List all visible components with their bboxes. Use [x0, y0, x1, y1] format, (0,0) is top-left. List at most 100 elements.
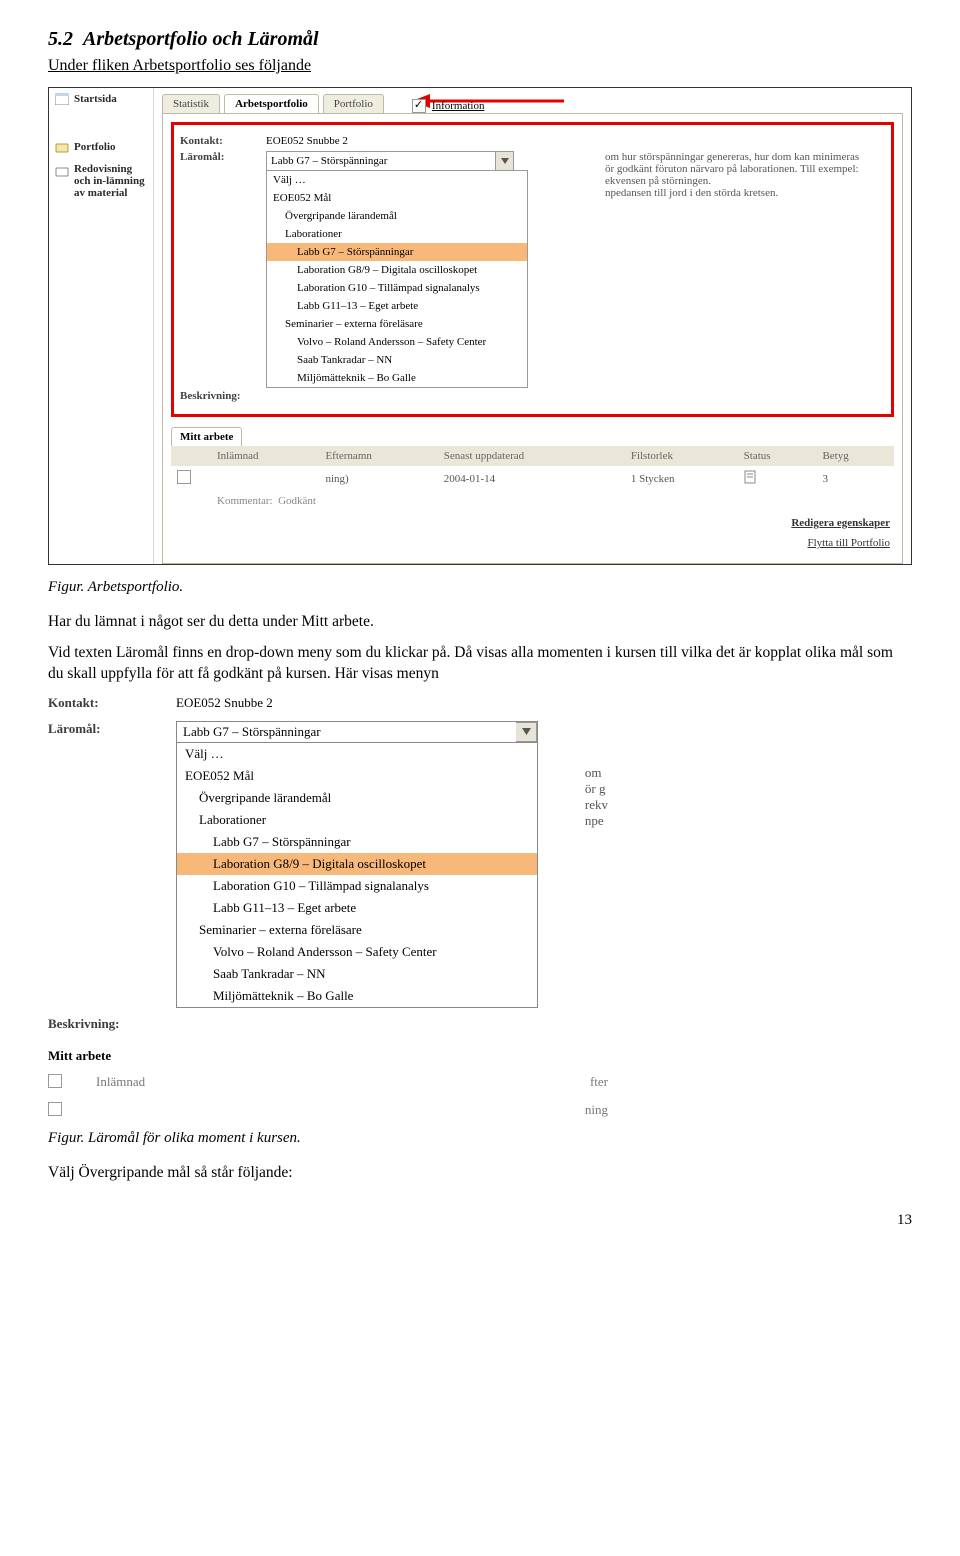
- section-heading: 5.2 Arbetsportfolio och Läromål: [48, 28, 912, 51]
- section-intro: Under fliken Arbetsportfolio ses följand…: [48, 57, 912, 75]
- dropdown-option[interactable]: Miljömätteknik – Bo Galle: [177, 985, 537, 1007]
- table-row[interactable]: ning) 2004-01-14 1 Stycken 3: [171, 466, 894, 491]
- col-filstorlek: Filstorlek: [625, 446, 738, 466]
- folder-icon: [55, 141, 69, 153]
- tab-bar: Statistik Arbetsportfolio Portfolio ✓ In…: [162, 94, 903, 114]
- screenshot-arbetsportfolio: Startsida Portfolio Redovisning och in-l…: [48, 87, 912, 565]
- paragraph: Vid texten Läromål finns en drop-down me…: [48, 643, 912, 685]
- cell-betyg: 3: [816, 466, 894, 491]
- edit-properties-link[interactable]: Redigera egenskaper: [791, 517, 890, 529]
- tab-arbetsportfolio[interactable]: Arbetsportfolio: [224, 94, 319, 113]
- paragraph: Välj Övergripande mål så står följande:: [48, 1163, 912, 1184]
- dropdown-option[interactable]: Volvo – Roland Andersson – Safety Center: [177, 941, 537, 963]
- dropdown-option[interactable]: Laboration G10 – Tillämpad signalanalys: [267, 279, 527, 297]
- description-text: om hur störspänningar genereras, hur dom…: [605, 151, 885, 199]
- laromal-dropdown[interactable]: Labb G7 – Störspänningar: [266, 151, 528, 171]
- kontakt-value: EOE052 Snubbe 2: [266, 135, 348, 147]
- beskriv-label: Beskrivning:: [48, 1016, 158, 1032]
- move-to-portfolio-link[interactable]: Flytta till Portfolio: [807, 537, 890, 549]
- sidenav-submit-label: Redovisning och in-lämning av material: [74, 163, 147, 199]
- info-checkbox[interactable]: ✓ Information: [412, 99, 485, 113]
- mitt-arbete-label: Mitt arbete: [48, 1048, 608, 1064]
- kontakt-value: EOE052 Snubbe 2: [176, 695, 273, 711]
- dropdown-selected: Labb G7 – Störspänningar: [177, 722, 516, 742]
- row-checkbox[interactable]: [177, 470, 191, 484]
- sidenav-home[interactable]: Startsida: [49, 88, 153, 110]
- dropdown-option[interactable]: EOE052 Mål: [177, 765, 537, 787]
- dropdown-selected: Labb G7 – Störspänningar: [266, 151, 496, 171]
- document-icon: [744, 470, 756, 484]
- folder-icon: [55, 165, 69, 177]
- paragraph: Har du lämnat i något ser du detta under…: [48, 612, 912, 633]
- col-status: Status: [738, 446, 817, 466]
- cell-status: [738, 466, 817, 491]
- row-checkbox[interactable]: [48, 1102, 62, 1116]
- laromal-label: Läromål:: [180, 151, 256, 163]
- clip-text: fter: [590, 1074, 608, 1092]
- sidenav-submit[interactable]: Redovisning och in-lämning av material: [49, 158, 153, 204]
- dropdown-option[interactable]: Seminarier – externa föreläsare: [177, 919, 537, 941]
- tab-statistik[interactable]: Statistik: [162, 94, 220, 113]
- clip-text: rekv: [585, 797, 608, 813]
- sidenav-portfolio-label: Portfolio: [74, 141, 116, 153]
- col-efternamn: Efternamn: [319, 446, 437, 466]
- mitt-arbete-tab[interactable]: Mitt arbete: [171, 427, 242, 446]
- col-inlamnad: Inlämnad: [96, 1074, 145, 1092]
- info-panel: Kontakt: EOE052 Snubbe 2 Läromål: Labb G…: [162, 113, 903, 564]
- chevron-down-icon[interactable]: [496, 151, 514, 171]
- row-checkbox[interactable]: [48, 1074, 62, 1088]
- work-table: Inlämnad Efternamn Senast uppdaterad Fil…: [171, 446, 894, 511]
- clip-text: npe: [585, 813, 608, 829]
- dropdown-option[interactable]: Labb G7 – Störspänningar: [267, 243, 527, 261]
- table-header-fragment: Inlämnad fter: [48, 1074, 608, 1092]
- clip-text: ning: [585, 1102, 608, 1120]
- dropdown-option[interactable]: Välj …: [177, 743, 537, 765]
- chevron-down-icon[interactable]: [516, 722, 537, 742]
- dropdown-option[interactable]: Laborationer: [177, 809, 537, 831]
- dropdown-option[interactable]: Volvo – Roland Andersson – Safety Center: [267, 333, 527, 351]
- dropdown-option[interactable]: Saab Tankradar – NN: [177, 963, 537, 985]
- figure-caption-2: Figur. Läromål för olika moment i kursen…: [48, 1130, 912, 1147]
- kontakt-label: Kontakt:: [180, 135, 256, 147]
- col-inlamnad: Inlämnad: [211, 446, 319, 466]
- dropdown-option[interactable]: Labb G7 – Störspänningar: [177, 831, 537, 853]
- dropdown-option[interactable]: Labb G11–13 – Eget arbete: [267, 297, 527, 315]
- dropdown-option[interactable]: Övergripande lärandemål: [177, 787, 537, 809]
- tab-portfolio[interactable]: Portfolio: [323, 94, 384, 113]
- dropdown-option[interactable]: Labb G11–13 – Eget arbete: [177, 897, 537, 919]
- kontakt-label: Kontakt:: [48, 695, 158, 711]
- laromal-dropdown-list[interactable]: Välj … EOE052 Mål Övergripande lärandemå…: [176, 743, 538, 1008]
- col-uppdaterad: Senast uppdaterad: [438, 446, 625, 466]
- clip-text: om: [585, 765, 608, 781]
- dropdown-option[interactable]: Seminarier – externa föreläsare: [267, 315, 527, 333]
- beskriv-label: Beskrivning:: [180, 390, 256, 402]
- dropdown-option[interactable]: Laboration G10 – Tillämpad signalanalys: [177, 875, 537, 897]
- sidenav-home-label: Startsida: [74, 93, 117, 105]
- dropdown-option[interactable]: Saab Tankradar – NN: [267, 351, 527, 369]
- page-number: 13: [48, 1212, 912, 1229]
- dropdown-option[interactable]: EOE052 Mål: [267, 189, 527, 207]
- cell-name: ning): [319, 466, 437, 491]
- clip-text: ör g: [585, 781, 608, 797]
- dropdown-option[interactable]: Välj …: [267, 171, 527, 189]
- laromal-dropdown[interactable]: Labb G7 – Störspänningar: [176, 721, 538, 743]
- laromal-label: Läromål:: [48, 721, 158, 737]
- dropdown-option[interactable]: Laboration G8/9 – Digitala oscilloskopet: [267, 261, 527, 279]
- sidenav-portfolio[interactable]: Portfolio: [49, 136, 153, 158]
- cell-date: 2004-01-14: [438, 466, 625, 491]
- figure-caption-1: Figur. Arbetsportfolio.: [48, 579, 912, 596]
- window-icon: [55, 93, 69, 105]
- info-label: Information: [432, 100, 485, 112]
- dropdown-option[interactable]: Övergripande lärandemål: [267, 207, 527, 225]
- screenshot-laromal-menu: Kontakt: EOE052 Snubbe 2 Läromål: Labb G…: [48, 695, 608, 1120]
- section-number: 5.2 Arbetsportfolio och Läromål: [48, 28, 319, 50]
- col-check: [171, 446, 211, 466]
- laromal-dropdown-list[interactable]: Välj … EOE052 Mål Övergripande lärandemå…: [266, 170, 528, 388]
- col-betyg: Betyg: [816, 446, 894, 466]
- dropdown-option[interactable]: Laborationer: [267, 225, 527, 243]
- dropdown-option[interactable]: Miljömätteknik – Bo Galle: [267, 369, 527, 387]
- sidenav: Startsida Portfolio Redovisning och in-l…: [49, 88, 154, 564]
- dropdown-option[interactable]: Laboration G8/9 – Digitala oscilloskopet: [177, 853, 537, 875]
- cell-size: 1 Stycken: [625, 466, 738, 491]
- table-row-comment: Kommentar: Godkänt: [171, 491, 894, 511]
